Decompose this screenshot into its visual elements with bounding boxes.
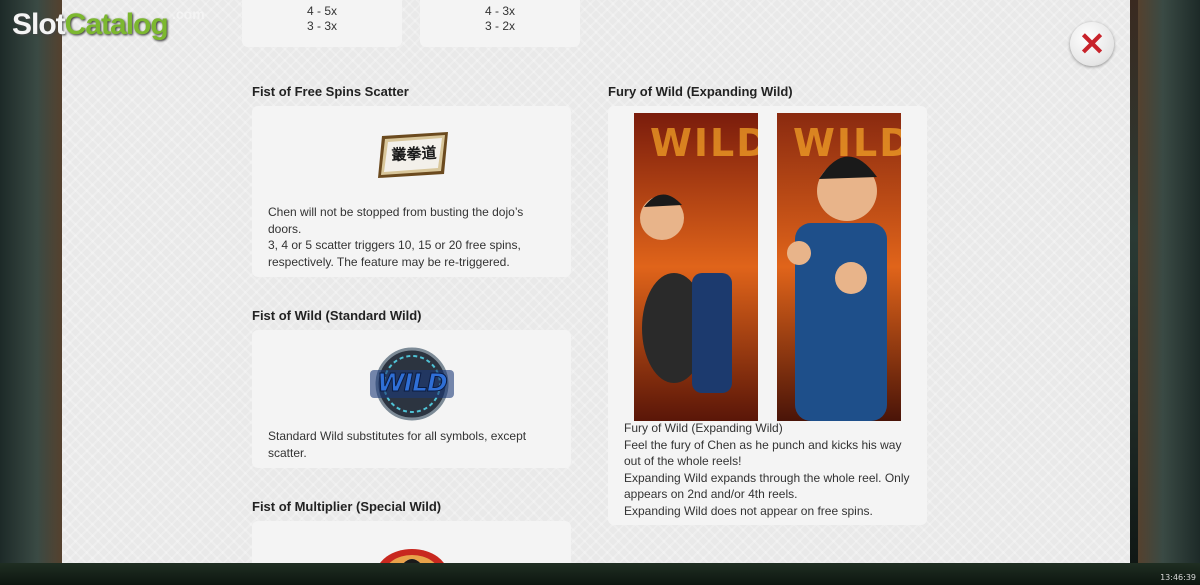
desc-line: Feel the fury of Chen as he punch and ki…	[624, 437, 902, 452]
expanding-wild-card: WILD WILD Fury of Wild (Expanding Wild) …	[608, 106, 927, 525]
logo-slot-text: Slot	[12, 8, 66, 41]
expanding-wild-description: Fury of Wild (Expanding Wild) Feel the f…	[624, 420, 910, 519]
desc-line: out of the whole reels!	[624, 454, 742, 468]
desc-line: Fury of Wild (Expanding Wild)	[624, 421, 783, 435]
reel-wild-text: WILD	[793, 121, 901, 165]
logo-com-text: .com	[172, 6, 205, 22]
scatter-card: 叢拳道 Chen will not be stopped from bustin…	[252, 106, 571, 277]
multiplier-title: Fist of Multiplier (Special Wild)	[252, 499, 442, 514]
desc-line: appears on 2nd and/or 4th reels.	[624, 487, 798, 501]
wild-symbol-icon: WILD	[364, 346, 454, 421]
desc-line: doors.	[268, 221, 302, 236]
desc-line: 3, 4 or 5 scatter triggers 10, 15 or 20 …	[268, 238, 521, 252]
payout-card-1: 4 - 5x 3 - 3x	[242, 0, 402, 47]
desc-line: respectively. The feature may be re-trig…	[268, 254, 510, 269]
wild-symbol-text: WILD	[377, 368, 449, 398]
scatter-symbol-text: 叢拳道	[391, 143, 437, 165]
standard-wild-card: WILD Standard Wild substitutes for all s…	[252, 330, 571, 468]
desc-line: Chen will not be stopped from busting th…	[268, 205, 524, 219]
payout-line: 4 - 5x	[306, 4, 337, 18]
desc-line: Expanding Wild does not appear on free s…	[624, 503, 873, 518]
expanding-wild-title: Fury of Wild (Expanding Wild)	[608, 84, 793, 99]
payout-card-2: 4 - 3x 3 - 2x	[420, 0, 580, 47]
payout-line: 3 - 3x	[306, 19, 337, 33]
scatter-symbol-icon: 叢拳道	[376, 130, 448, 178]
background-left	[0, 0, 62, 585]
close-button[interactable]: ✕	[1070, 22, 1114, 66]
background-right	[1138, 0, 1200, 585]
expanding-wild-reel-image-2: WILD	[777, 113, 901, 421]
scatter-description: Chen will not be stopped from busting th…	[268, 204, 523, 270]
desc-line: Expanding Wild expands through the whole…	[624, 470, 910, 485]
scatter-title: Fist of Free Spins Scatter	[252, 84, 409, 99]
payout-line: 4 - 3x	[484, 4, 515, 18]
multiplier-symbol-icon	[374, 535, 450, 563]
standard-wild-title: Fist of Wild (Standard Wild)	[252, 308, 422, 323]
multiplier-card	[252, 521, 571, 563]
logo-catalog-text: Catalog	[64, 8, 169, 41]
payout-line: 3 - 2x	[484, 19, 515, 33]
reel-wild-text: WILD	[650, 121, 758, 165]
slotcatalog-logo: SlotCatalog .com	[12, 6, 205, 42]
desc-line: scatter.	[268, 445, 307, 460]
desc-line: Standard Wild substitutes for all symbol…	[268, 429, 527, 443]
clock: 13:46:39	[1160, 573, 1196, 582]
standard-wild-description: Standard Wild substitutes for all symbol…	[268, 428, 526, 461]
paytable-panel: 4 - 5x 3 - 3x 4 - 3x 3 - 2x Fist of Free…	[62, 0, 1130, 563]
expanding-wild-reel-image-1: WILD	[634, 113, 758, 421]
close-x-icon: ✕	[1078, 26, 1106, 62]
background-bottom	[0, 563, 1200, 585]
